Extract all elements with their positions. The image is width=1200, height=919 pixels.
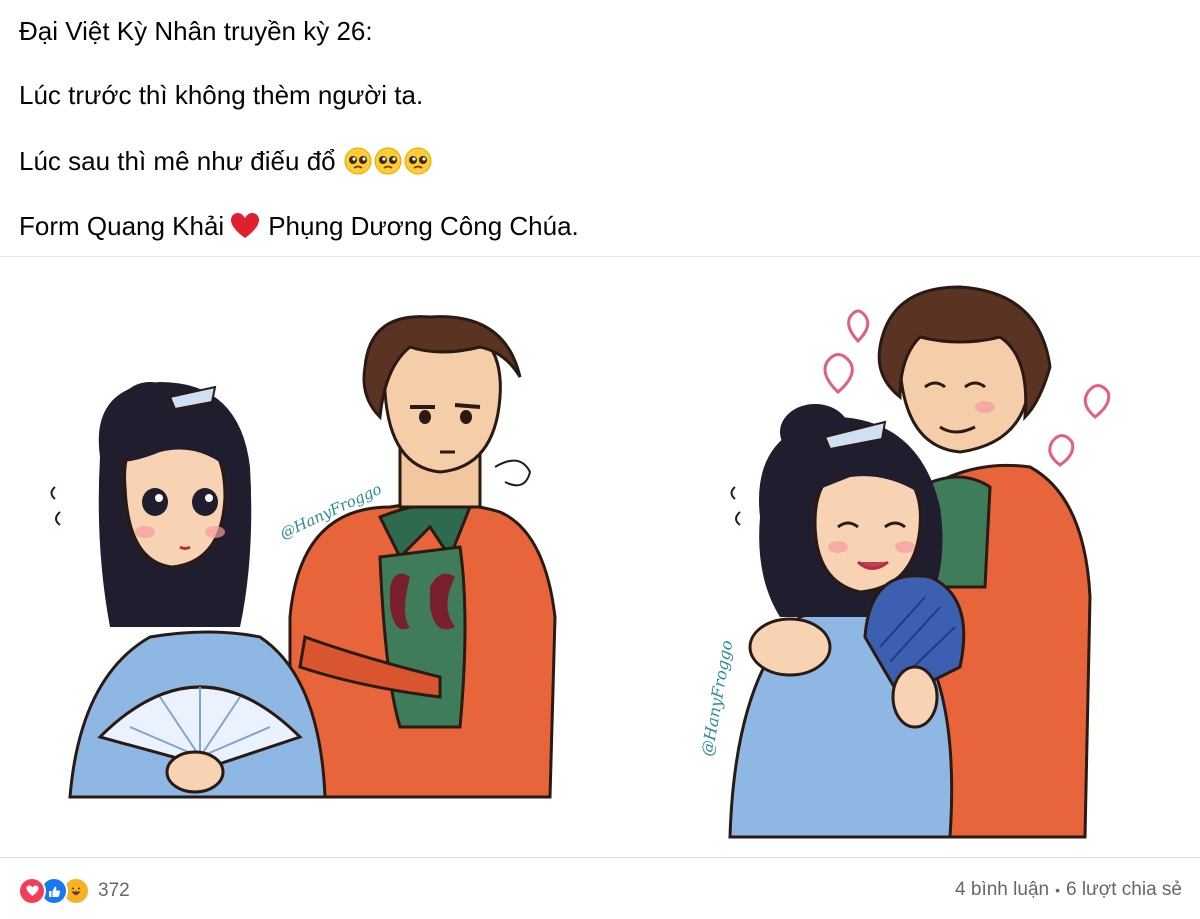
post-line-1-text: Đại Việt Kỳ Nhân truyền kỳ 26: <box>19 16 373 46</box>
facebook-post: Đại Việt Kỳ Nhân truyền kỳ 26: Lúc trước… <box>0 0 1200 919</box>
red-heart-icon <box>231 213 260 238</box>
shares-link[interactable]: 6 lượt chia sẻ <box>1066 879 1182 901</box>
post-image[interactable]: @HanyFroggo @HanyFroggo <box>0 257 1200 857</box>
post-line-2: Lúc trước thì không thèm người ta. <box>19 79 423 111</box>
post-line-3: Lúc sau thì mê như điếu đổ <box>19 145 432 177</box>
pleading-face-icon <box>344 147 372 175</box>
left-panel: @HanyFroggo <box>50 315 557 799</box>
post-line-4: Form Quang Khải Phụng Dương Công Chúa. <box>19 210 579 242</box>
post-line-1: Đại Việt Kỳ Nhân truyền kỳ 26: <box>19 15 373 47</box>
post-line-4-text-a: Form Quang Khải <box>19 211 225 241</box>
post-footer: 372 4 bình luận • 6 lượt chia sẻ <box>0 858 1200 919</box>
post-line-3-text: Lúc sau thì mê như điếu đổ <box>19 146 336 176</box>
reaction-count: 372 <box>98 880 130 901</box>
post-stats: 4 bình luận • 6 lượt chia sẻ <box>955 879 1182 901</box>
post-line-2-text: Lúc trước thì không thèm người ta. <box>19 80 424 110</box>
illustration: @HanyFroggo @HanyFroggo <box>50 285 1111 839</box>
pleading-face-emojis <box>344 147 432 175</box>
right-panel: @HanyFroggo <box>697 285 1111 839</box>
pleading-face-icon <box>374 147 402 175</box>
love-reaction-icon <box>18 877 46 905</box>
post-line-4-text-b: Phụng Dương Công Chúa. <box>268 211 579 241</box>
watermark-right: @HanyFroggo <box>697 639 736 758</box>
reaction-summary[interactable]: 372 <box>18 877 130 905</box>
separator-dot: • <box>1055 882 1060 898</box>
comments-link[interactable]: 4 bình luận <box>955 879 1049 901</box>
pleading-face-icon <box>404 147 432 175</box>
